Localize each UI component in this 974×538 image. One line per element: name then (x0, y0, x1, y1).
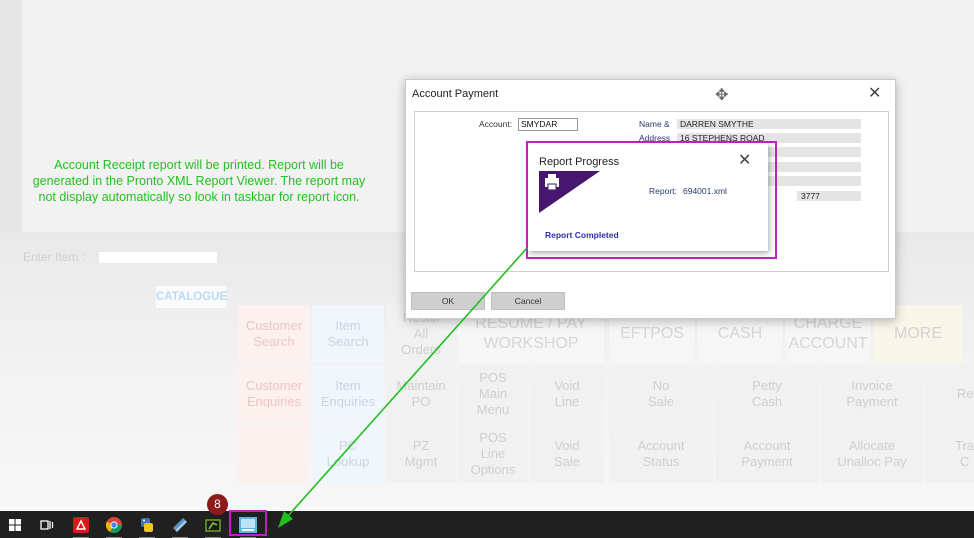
account-payment-tile[interactable]: Account Payment (715, 425, 819, 483)
account-status-tile[interactable]: Account Status (609, 425, 713, 483)
item-search-tile[interactable]: Item Search (312, 305, 384, 363)
enter-item-label: Enter Item : (23, 250, 86, 264)
tile-label: Customer (245, 318, 303, 333)
dialog-title: Account Payment (412, 88, 499, 100)
item-enquiries-tile[interactable]: Item Enquiries (312, 365, 384, 423)
tile-label: Account (637, 438, 685, 453)
instruction-note: Account Receipt report will be printed. … (24, 157, 374, 205)
pos-line-options-tile[interactable]: POS Line Options (458, 425, 528, 483)
tile-label: Line (554, 394, 580, 409)
maintain-po-tile[interactable]: Maintain PO (386, 365, 456, 423)
tile-label: Item (335, 378, 361, 393)
tile-label: Lookup (326, 454, 370, 469)
pronto-icon[interactable] (203, 515, 223, 538)
note-line: Account Receipt report will be printed. … (54, 158, 344, 172)
tile-label: PZ (412, 438, 430, 453)
void-sale-tile[interactable]: Void Sale (530, 425, 604, 483)
blank-red-tile (238, 425, 310, 483)
tile-label: Void (554, 438, 580, 453)
tile-label: MORE (894, 325, 942, 342)
highlight-outline (526, 141, 777, 259)
tile-label: Cash (751, 394, 783, 409)
customer-enquiries-tile[interactable]: Customer Enquiries (238, 365, 310, 423)
tile-label: Status (642, 454, 680, 469)
python-icon[interactable] (137, 515, 157, 538)
notification-badge: 8 (207, 494, 228, 515)
catalogue-button[interactable]: CATALOGUE (156, 286, 227, 308)
tile-label: Enquiries (246, 394, 302, 409)
enter-item-input[interactable] (99, 252, 217, 263)
tile-label: Payment (741, 454, 793, 469)
account-field[interactable]: SMYDAR (518, 118, 578, 131)
windows-start-icon[interactable] (5, 515, 25, 534)
tile-label: CASH (717, 325, 763, 342)
cancel-button[interactable]: Cancel (491, 292, 565, 310)
tile-label: C (959, 454, 970, 469)
tile-label: Orders (401, 342, 441, 357)
pos-main-menu-tile[interactable]: POS Main Menu (458, 365, 528, 423)
move-icon[interactable]: ✥ (715, 88, 728, 104)
tile-label: Search (253, 334, 295, 349)
tile-label: Main (478, 386, 508, 401)
tile-label: PC (338, 438, 358, 453)
tile-label: Account (743, 438, 791, 453)
tile-label: Tra (955, 438, 974, 453)
tile-label: Enquiries (320, 394, 376, 409)
tile-label: Maintain (396, 378, 446, 393)
tile-label: Unalloc Pay (837, 454, 907, 469)
name-field: DARREN SMYTHE (677, 119, 861, 129)
tile-label: No (652, 378, 670, 393)
close-icon[interactable]: ✕ (868, 86, 881, 102)
tile-label: Search (327, 334, 369, 349)
tile-label: ACCOUNT (788, 335, 868, 352)
petty-cash-tile[interactable]: Petty Cash (715, 365, 819, 423)
note-line: generated in the Pronto XML Report Viewe… (32, 174, 366, 188)
tile-label: Line (480, 446, 506, 461)
transfer-tile[interactable]: Tra C (925, 425, 974, 483)
tile-label: Sale (553, 454, 581, 469)
chrome-icon[interactable] (104, 515, 124, 538)
postcode-field: 3777 (797, 191, 861, 201)
notepad-icon[interactable] (170, 515, 190, 538)
reprint-tile[interactable]: Rep (925, 365, 974, 423)
tile-label: Mgmt (404, 454, 438, 469)
tile-label: PO (411, 394, 431, 409)
tile-label: Customer (245, 378, 303, 393)
tile-label: Options (470, 462, 516, 477)
acrobat-icon[interactable] (71, 515, 91, 538)
tile-label: POS (479, 370, 507, 385)
tile-label: Sale (647, 394, 675, 409)
tile-label: Rep (957, 386, 974, 401)
customer-search-tile[interactable]: Customer Search (238, 305, 310, 363)
tile-label: Petty (752, 378, 782, 393)
pc-lookup-tile[interactable]: PC Lookup (312, 425, 384, 483)
pz-mgmt-tile[interactable]: PZ Mgmt (386, 425, 456, 483)
invoice-payment-tile[interactable]: Invoice Payment (821, 365, 923, 423)
void-line-tile[interactable]: Void Line (530, 365, 604, 423)
tile-label: POS (479, 430, 507, 445)
tile-label: Payment (846, 394, 898, 409)
allocate-unalloc-pay-tile[interactable]: Allocate Unalloc Pay (821, 425, 923, 483)
note-line: not display automatically so look in tas… (38, 190, 360, 204)
taskbar (0, 511, 974, 538)
tile-label: Allocate (848, 438, 896, 453)
name-label: Name & (639, 119, 670, 129)
tile-label: Menu (476, 402, 510, 417)
tile-label: Void (554, 378, 580, 393)
taskbar-highlight-box (229, 510, 267, 536)
tile-label: WORKSHOP (483, 335, 579, 352)
account-label: Account: (479, 119, 513, 129)
tile-label: EFTPOS (619, 325, 684, 342)
tile-label: All (413, 326, 429, 341)
no-sale-tile[interactable]: No Sale (609, 365, 713, 423)
ok-button[interactable]: OK (411, 292, 485, 310)
tile-label: Invoice (851, 378, 893, 393)
tile-label: Item (335, 318, 361, 333)
task-view-icon[interactable] (37, 515, 57, 534)
